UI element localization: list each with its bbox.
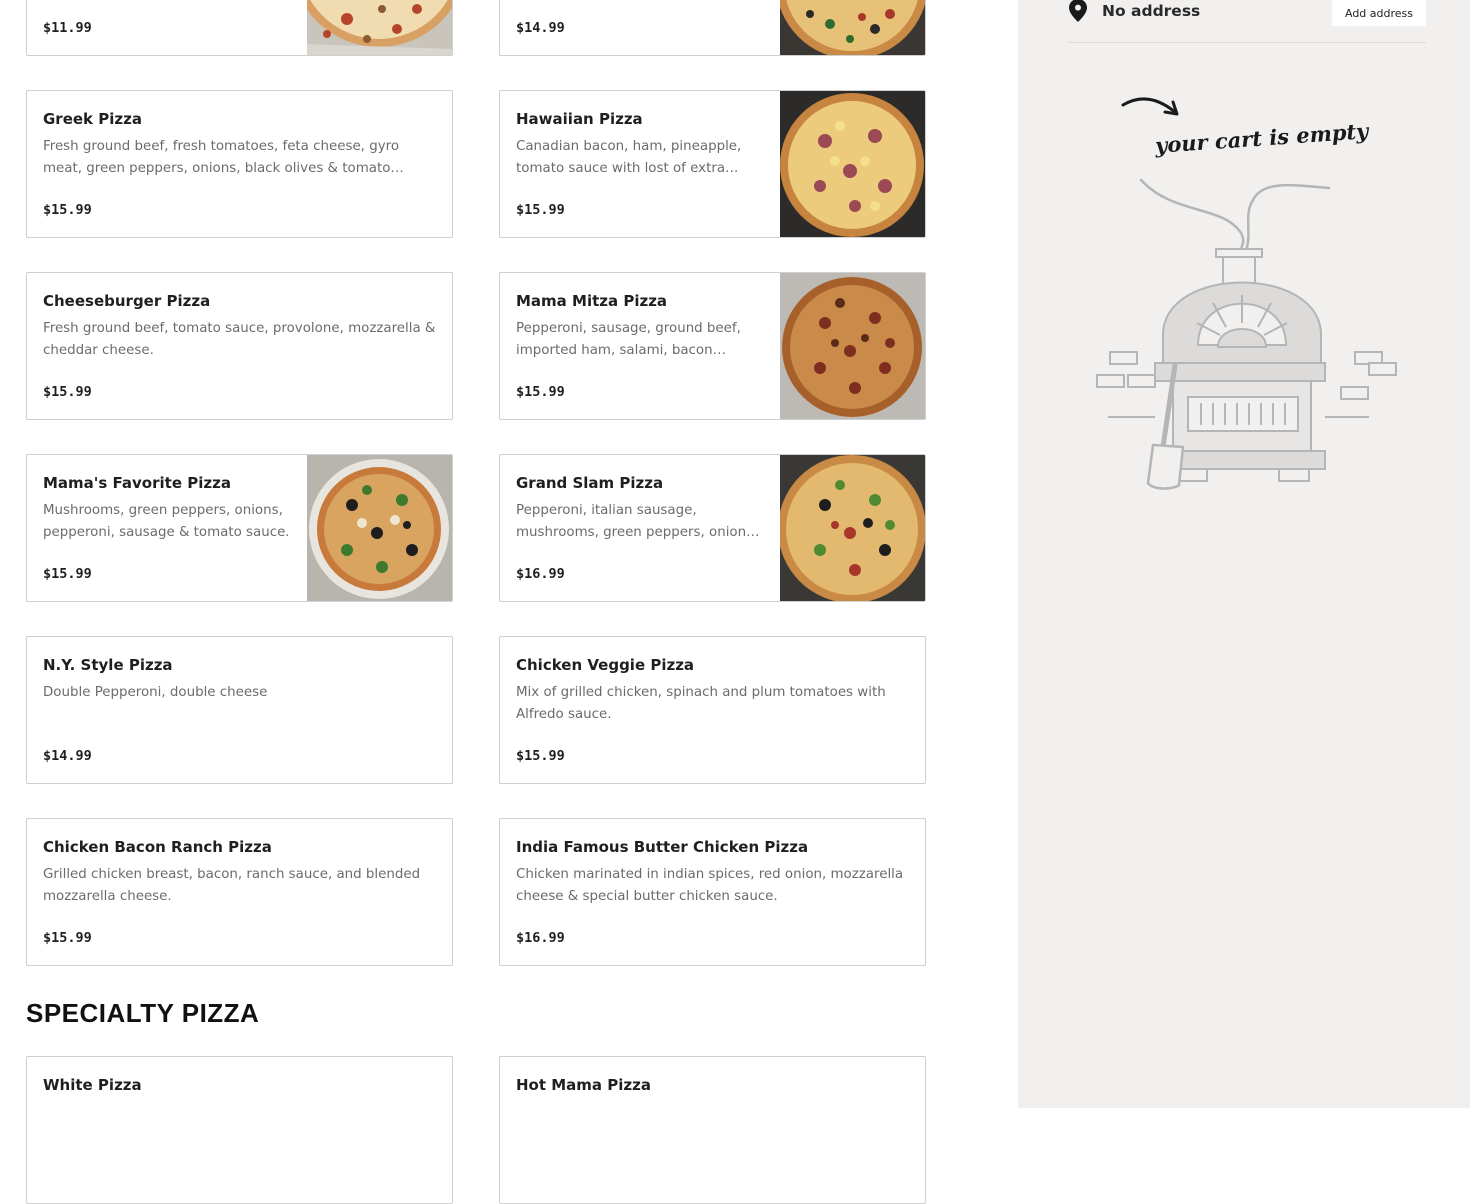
item-name: Hot Mama Pizza [516,1076,651,1094]
menu-item-card[interactable]: $14.99 [499,0,926,56]
item-name: India Famous Butter Chicken Pizza [516,838,809,856]
cart-panel: No address Add address your cart is empt… [1018,0,1470,1108]
add-address-button[interactable]: Add address [1332,0,1426,26]
item-price: $15.99 [43,202,92,218]
item-name: Mama's Favorite Pizza [43,474,231,492]
item-name: Mama Mitza Pizza [516,292,668,310]
item-price: $14.99 [516,20,565,36]
item-name: N.Y. Style Pizza [43,656,173,674]
menu-item-card[interactable]: Grand Slam Pizza Pepperoni, italian saus… [499,454,926,602]
item-price: $16.99 [516,566,565,582]
item-description: Pepperoni, sausage, ground beef, importe… [516,321,741,358]
pizza-photo [780,455,925,601]
address-text: No address [1102,2,1201,20]
item-name: Cheeseburger Pizza [43,292,211,310]
menu-list: $11.99 $14.99 Greek Pizza Fresh ground b… [0,0,1018,1204]
item-name: Chicken Veggie Pizza [516,656,695,674]
menu-item-card[interactable]: White Pizza [26,1056,453,1204]
item-price: $11.99 [43,20,92,36]
item-name: Hawaiian Pizza [516,110,643,128]
item-name: Chicken Bacon Ranch Pizza [43,838,272,856]
item-price: $14.99 [43,748,92,764]
item-description: Mushrooms, green peppers, onions, pepper… [43,503,290,540]
pizza-photo [307,0,452,55]
item-name: Greek Pizza [43,110,142,128]
item-price: $15.99 [516,384,565,400]
menu-item-card[interactable]: Cheeseburger Pizza Fresh ground beef, to… [26,272,453,420]
item-price: $15.99 [516,748,565,764]
menu-item-card[interactable]: Chicken Veggie Pizza Mix of grilled chic… [499,636,926,784]
item-name: Grand Slam Pizza [516,474,664,492]
section-title: SPECIALTY PIZZA [26,998,260,1028]
item-price: $15.99 [43,566,92,582]
item-description: Grilled chicken breast, bacon, ranch sau… [43,867,421,904]
pizza-photo [780,91,925,237]
pizza-photo [307,455,452,601]
menu-item-card[interactable]: $11.99 [26,0,453,56]
item-description: Chicken marinated in indian spices, red … [516,867,904,904]
item-description: Fresh ground beef, tomato sauce, provolo… [43,321,436,358]
item-price: $16.99 [516,930,565,946]
item-description: Canadian bacon, ham, pineapple, tomato s… [516,139,742,176]
item-description: Pepperoni, italian sausage, mushrooms, g… [516,503,758,540]
delivery-address-row: No address Add address [1068,0,1426,43]
item-price: $15.99 [43,930,92,946]
menu-item-card[interactable]: Chicken Bacon Ranch Pizza Grilled chicke… [26,818,453,966]
menu-item-card[interactable]: India Famous Butter Chicken Pizza Chicke… [499,818,926,966]
item-price: $15.99 [516,202,565,218]
menu-item-card[interactable]: Mama's Favorite Pizza Mushrooms, green p… [26,454,453,602]
menu-item-card[interactable]: Mama Mitza Pizza Pepperoni, sausage, gro… [499,272,926,420]
location-pin-icon [1069,0,1087,22]
menu-item-card[interactable]: Hawaiian Pizza Canadian bacon, ham, pine… [499,90,926,238]
item-price: $15.99 [43,384,92,400]
pizza-photo [780,273,925,419]
item-description: Double Pepperoni, double cheese [43,685,268,700]
item-description: Mix of grilled chicken, spinach and plum… [516,685,886,722]
item-name: White Pizza [43,1076,142,1094]
pizza-photo [780,0,925,55]
menu-item-card[interactable]: Greek Pizza Fresh ground beef, fresh tom… [26,90,453,238]
menu-item-card[interactable]: Hot Mama Pizza [499,1056,926,1204]
menu-item-card[interactable]: N.Y. Style Pizza Double Pepperoni, doubl… [26,636,453,784]
item-description: Fresh ground beef, fresh tomatoes, feta … [43,139,400,176]
